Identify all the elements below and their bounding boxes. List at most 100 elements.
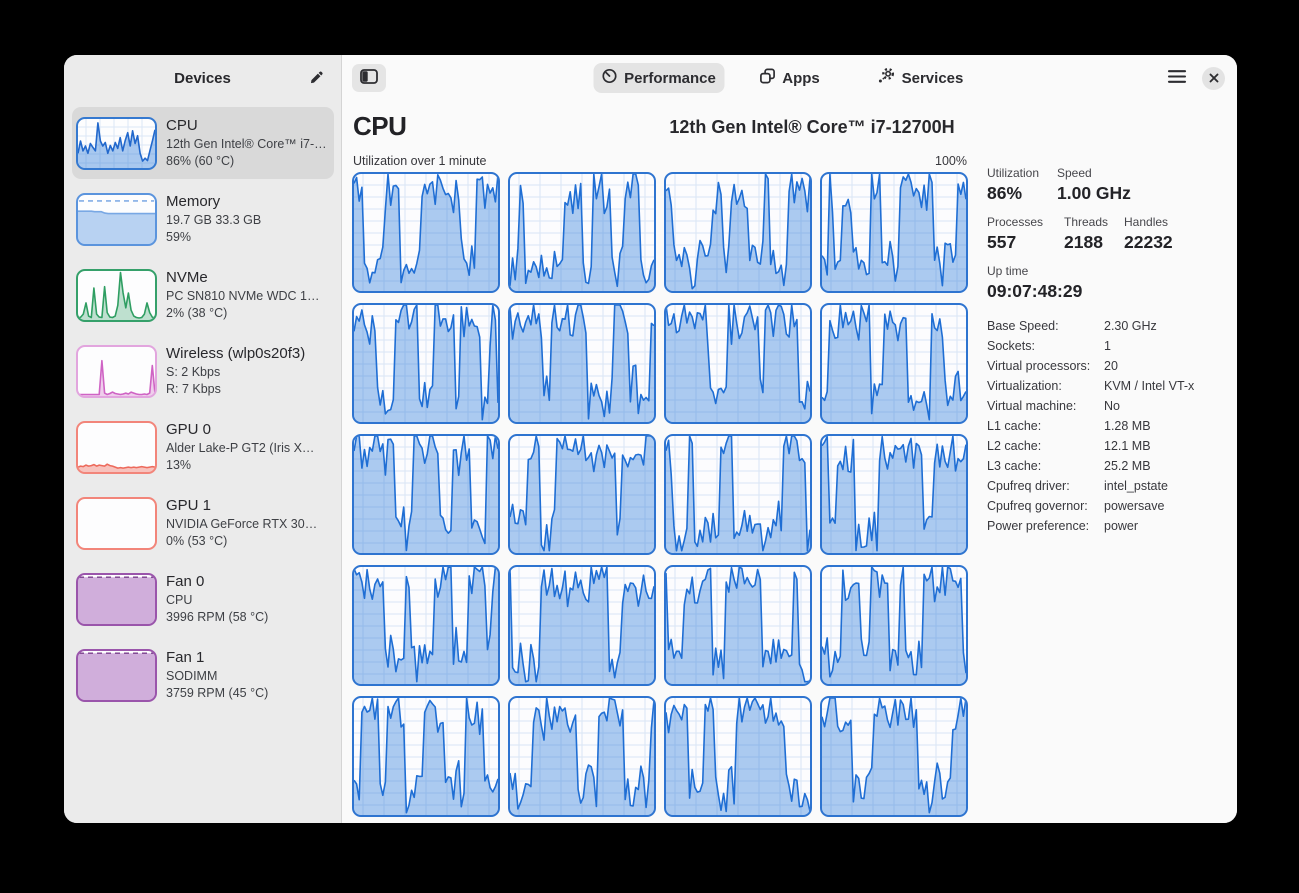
body-row: Utilization over 1 minute 100% Utilizati… [352,154,1225,817]
core-graph-17 [508,696,656,817]
core-graph-1 [508,172,656,293]
close-button[interactable] [1202,67,1225,90]
device-thumbnail [76,573,157,626]
device-sub2: 86% (60 °C) [166,153,327,171]
stat-group-2: Up time09:07:48:29 [987,264,1225,302]
core-graph-12 [352,565,500,686]
device-name: Memory [166,192,261,211]
core-graph-10 [664,434,812,555]
core-graph-19 [820,696,968,817]
core-graph-11 [820,434,968,555]
axis-max-label: 100% [935,154,967,168]
detail-row-power-preference: Power preference:power [987,516,1225,536]
device-item-cpu[interactable]: CPU 12th Gen Intel® Core™ i7-… 86% (60 °… [72,107,334,179]
tab-services-label: Services [902,70,964,87]
device-thumbnail [76,117,157,170]
stat-value: 557 [987,232,1064,253]
core-graph-7 [820,303,968,424]
device-sub2: R: 7 Kbps [166,381,305,399]
detail-label: Power preference: [987,516,1104,536]
device-sub2: 13% [166,457,314,475]
device-sub1: Alder Lake-P GT2 (Iris X… [166,440,314,458]
detail-label: Virtual machine: [987,396,1104,416]
caption-row: Utilization over 1 minute 100% [353,154,967,168]
stat-label: Handles [1124,215,1225,229]
tab-apps[interactable]: Apps [724,63,855,93]
detail-value: intel_pstate [1104,476,1225,496]
device-sub2: 3996 RPM (58 °C) [166,609,268,627]
device-item-wireless-wlp0s20f3[interactable]: Wireless (wlp0s20f3) S: 2 Kbps R: 7 Kbps [72,335,334,407]
core-graph-15 [820,565,968,686]
device-name: Fan 1 [166,648,268,667]
cpu-model-name: 12th Gen Intel® Core™ i7-12700H [352,117,1237,138]
hamburger-icon [1167,69,1187,87]
device-item-fan-0[interactable]: Fan 0 CPU 3996 RPM (58 °C) [72,563,334,635]
detail-label: Virtual processors: [987,356,1104,376]
menu-button[interactable] [1167,69,1187,87]
title-row: CPU 12th Gen Intel® Core™ i7-12700H [352,111,1225,147]
utilization-caption: Utilization over 1 minute [353,154,486,168]
stat-label: Processes [987,215,1064,229]
detail-label: Sockets: [987,336,1104,356]
detail-row-virtual-machine: Virtual machine:No [987,396,1225,416]
device-item-gpu-1[interactable]: GPU 1 NVIDIA GeForce RTX 30… 0% (53 °C) [72,487,334,559]
detail-value: 1.28 MB [1104,416,1225,436]
stat-value: 22232 [1124,232,1225,253]
stat-value: 09:07:48:29 [987,281,1225,302]
close-icon [1209,71,1219,86]
tab-services[interactable]: Services [855,63,986,93]
detail-row-virtualization: Virtualization:KVM / Intel VT-x [987,376,1225,396]
detail-row-cpufreq-governor: Cpufreq governor:powersave [987,496,1225,516]
detail-row-virtual-processors: Virtual processors:20 [987,356,1225,376]
stat-threads: Threads2188 [1064,215,1124,253]
core-graph-4 [352,303,500,424]
stat-label: Threads [1064,215,1124,229]
pencil-icon [309,70,324,88]
tab-bar: Performance Apps [593,55,986,101]
stat-label: Speed [1057,166,1225,180]
detail-value: No [1104,396,1225,416]
device-thumbnail [76,497,157,550]
stat-value: 86% [987,183,1057,204]
detail-value: 12.1 MB [1104,436,1225,456]
detail-value: 2.30 GHz [1104,316,1225,336]
device-thumbnail [76,345,157,398]
core-graph-2 [664,172,812,293]
device-sub1: CPU [166,592,268,610]
tab-performance-label: Performance [624,70,716,87]
gauge-icon [601,68,617,88]
detail-label: Virtualization: [987,376,1104,396]
detail-value: 1 [1104,336,1225,356]
sidebar-toggle-button[interactable] [352,64,386,92]
device-sub2: 59% [166,229,261,247]
sidebar-toggle-icon [360,69,378,87]
detail-label: Cpufreq driver: [987,476,1104,496]
device-item-memory[interactable]: Memory 19.7 GB 33.3 GB 59% [72,183,334,255]
detail-value: power [1104,516,1225,536]
device-thumbnail [76,649,157,702]
detail-row-cpufreq-driver: Cpufreq driver:intel_pstate [987,476,1225,496]
sidebar: Devices CPU 12th Gen Intel® Core™ i7-… 8… [64,55,342,823]
detail-value: powersave [1104,496,1225,516]
detail-row-l1-cache: L1 cache:1.28 MB [987,416,1225,436]
detail-row-l2-cache: L2 cache:12.1 MB [987,436,1225,456]
core-graph-0 [352,172,500,293]
devices-title: Devices [174,70,231,87]
tab-performance[interactable]: Performance [593,63,724,93]
cores-grid [352,172,968,817]
device-sub2: 3759 RPM (45 °C) [166,685,268,703]
stat-processes: Processes 557 [987,215,1064,253]
device-thumbnail [76,269,157,322]
device-thumbnail [76,193,157,246]
device-name: Wireless (wlp0s20f3) [166,344,305,363]
device-item-gpu-0[interactable]: GPU 0 Alder Lake-P GT2 (Iris X… 13% [72,411,334,483]
details-list: Base Speed:2.30 GHzSockets:1Virtual proc… [987,316,1225,536]
core-graph-18 [664,696,812,817]
detail-row-l3-cache: L3 cache:25.2 MB [987,456,1225,476]
core-graph-8 [352,434,500,555]
device-sub1: S: 2 Kbps [166,364,305,382]
core-graph-14 [664,565,812,686]
device-item-fan-1[interactable]: Fan 1 SODIMM 3759 RPM (45 °C) [72,639,334,711]
device-item-nvme[interactable]: NVMe PC SN810 NVMe WDC 1… 2% (38 °C) [72,259,334,331]
edit-devices-button[interactable] [302,65,330,93]
